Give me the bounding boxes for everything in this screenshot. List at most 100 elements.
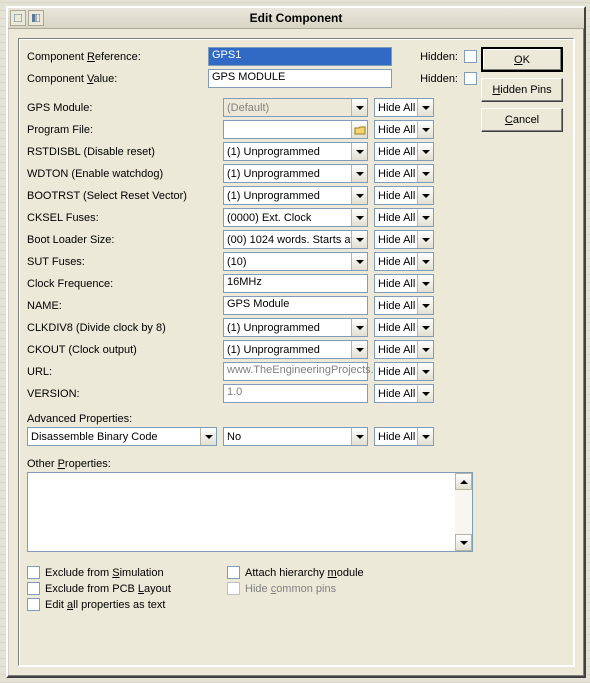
other-properties-label: Other Properties:: [27, 458, 477, 470]
field-label: Component Reference:: [27, 51, 202, 63]
property-label: RSTDISBL (Disable reset): [27, 146, 217, 158]
option-label: Edit all properties as text: [45, 599, 165, 611]
option-label: Exclude from PCB Layout: [45, 583, 171, 595]
chevron-down-icon: [417, 319, 433, 336]
property-label: URL:: [27, 366, 217, 378]
visibility-combo[interactable]: Hide All: [374, 296, 434, 315]
other-properties-textarea[interactable]: [27, 472, 473, 552]
visibility-combo[interactable]: Hide All: [374, 362, 434, 381]
property-input[interactable]: 16MHz: [223, 274, 368, 293]
scrollbar[interactable]: [455, 473, 472, 551]
dialog-body: Component Reference: GPS1 Hidden: Component…: [18, 38, 574, 666]
visibility-combo[interactable]: Hide All: [374, 318, 434, 337]
property-combo[interactable]: (10): [223, 252, 368, 271]
property-label: Boot Loader Size:: [27, 234, 217, 246]
advanced-properties-label: Advanced Properties:: [27, 413, 477, 425]
visibility-combo[interactable]: Hide All: [374, 164, 434, 183]
property-label: Program File:: [27, 124, 217, 136]
chevron-down-icon: [417, 231, 433, 248]
visibility-combo[interactable]: Hide All: [374, 340, 434, 359]
visibility-combo[interactable]: Hide All: [374, 252, 434, 271]
chevron-down-icon: [351, 143, 367, 160]
property-combo[interactable]: (Default): [223, 98, 368, 117]
chevron-down-icon: [417, 428, 433, 445]
chevron-down-icon: [417, 121, 433, 138]
chevron-down-icon: [417, 363, 433, 380]
chevron-down-icon: [417, 99, 433, 116]
property-combo[interactable]: (00) 1024 words. Starts at 0x1C: [223, 230, 368, 249]
hidden-pins-button[interactable]: Hidden Pins: [481, 78, 563, 102]
component-reference-input[interactable]: GPS1: [208, 47, 392, 66]
option-checkbox[interactable]: [27, 582, 40, 595]
chevron-down-icon: [351, 341, 367, 358]
visibility-combo[interactable]: Hide All: [374, 230, 434, 249]
property-input[interactable]: GPS Module: [223, 296, 368, 315]
folder-open-icon[interactable]: [351, 121, 367, 138]
option-checkbox[interactable]: [227, 566, 240, 579]
chevron-down-icon: [417, 341, 433, 358]
property-label: Clock Frequence:: [27, 278, 217, 290]
property-label: CKOUT (Clock output): [27, 344, 217, 356]
advanced-vis-combo[interactable]: Hide All: [374, 427, 434, 446]
field-label: Component Value:: [27, 73, 202, 85]
chevron-down-icon: [417, 297, 433, 314]
chevron-down-icon: [351, 253, 367, 270]
chevron-down-icon: [351, 165, 367, 182]
option-label: Exclude from Simulation: [45, 567, 164, 579]
program-file-input[interactable]: [223, 120, 368, 139]
component-value-input[interactable]: GPS MODULE: [208, 69, 392, 88]
chevron-down-icon: [417, 165, 433, 182]
ok-button[interactable]: OK: [481, 47, 563, 72]
advanced-value-combo[interactable]: No: [223, 427, 368, 446]
property-label: VERSION:: [27, 388, 217, 400]
chevron-down-icon: [417, 143, 433, 160]
visibility-combo[interactable]: Hide All: [374, 186, 434, 205]
visibility-combo[interactable]: Hide All: [374, 120, 434, 139]
property-label: BOOTRST (Select Reset Vector): [27, 190, 217, 202]
visibility-combo[interactable]: Hide All: [374, 208, 434, 227]
chevron-down-icon: [417, 275, 433, 292]
property-label: CLKDIV8 (Divide clock by 8): [27, 322, 217, 334]
chevron-down-icon: [351, 428, 367, 445]
visibility-combo[interactable]: Hide All: [374, 274, 434, 293]
chevron-down-icon: [351, 187, 367, 204]
scroll-down[interactable]: [455, 534, 472, 551]
option-checkbox[interactable]: [27, 598, 40, 611]
chevron-down-icon: [351, 209, 367, 226]
visibility-combo[interactable]: Hide All: [374, 142, 434, 161]
chevron-down-icon: [417, 253, 433, 270]
titlebar: Edit Component: [8, 8, 584, 29]
property-label: NAME:: [27, 300, 217, 312]
chevron-down-icon: [351, 231, 367, 248]
visibility-combo[interactable]: Hide All: [374, 98, 434, 117]
property-input[interactable]: www.TheEngineeringProjects.com: [223, 362, 368, 381]
edit-component-dialog: Edit Component Component Reference: GPS1 H…: [6, 6, 586, 678]
property-label: SUT Fuses:: [27, 256, 217, 268]
property-label: GPS Module:: [27, 102, 217, 114]
visibility-combo[interactable]: Hide All: [374, 384, 434, 403]
property-combo[interactable]: (1) Unprogrammed: [223, 164, 368, 183]
property-input[interactable]: 1.0: [223, 384, 368, 403]
chevron-down-icon: [417, 385, 433, 402]
titlebar-icon-1[interactable]: [10, 10, 26, 26]
titlebar-icon-2[interactable]: [28, 10, 44, 26]
option-checkbox: [227, 582, 240, 595]
hidden-label: Hidden:: [398, 51, 458, 63]
property-combo[interactable]: (1) Unprogrammed: [223, 340, 368, 359]
property-combo[interactable]: (1) Unprogrammed: [223, 318, 368, 337]
cancel-button[interactable]: Cancel: [481, 108, 563, 132]
option-label: Attach hierarchy module: [245, 567, 364, 579]
advanced-name-combo[interactable]: Disassemble Binary Code: [27, 427, 217, 446]
property-combo[interactable]: (1) Unprogrammed: [223, 142, 368, 161]
chevron-down-icon: [200, 428, 216, 445]
hidden-checkbox[interactable]: [464, 50, 477, 63]
option-checkbox[interactable]: [27, 566, 40, 579]
chevron-down-icon: [417, 209, 433, 226]
hidden-checkbox[interactable]: [464, 72, 477, 85]
property-label: WDTON (Enable watchdog): [27, 168, 217, 180]
property-combo[interactable]: (0000) Ext. Clock: [223, 208, 368, 227]
property-combo[interactable]: (1) Unprogrammed: [223, 186, 368, 205]
option-label: Hide common pins: [245, 583, 336, 595]
chevron-down-icon: [351, 319, 367, 336]
scroll-up[interactable]: [455, 473, 472, 490]
